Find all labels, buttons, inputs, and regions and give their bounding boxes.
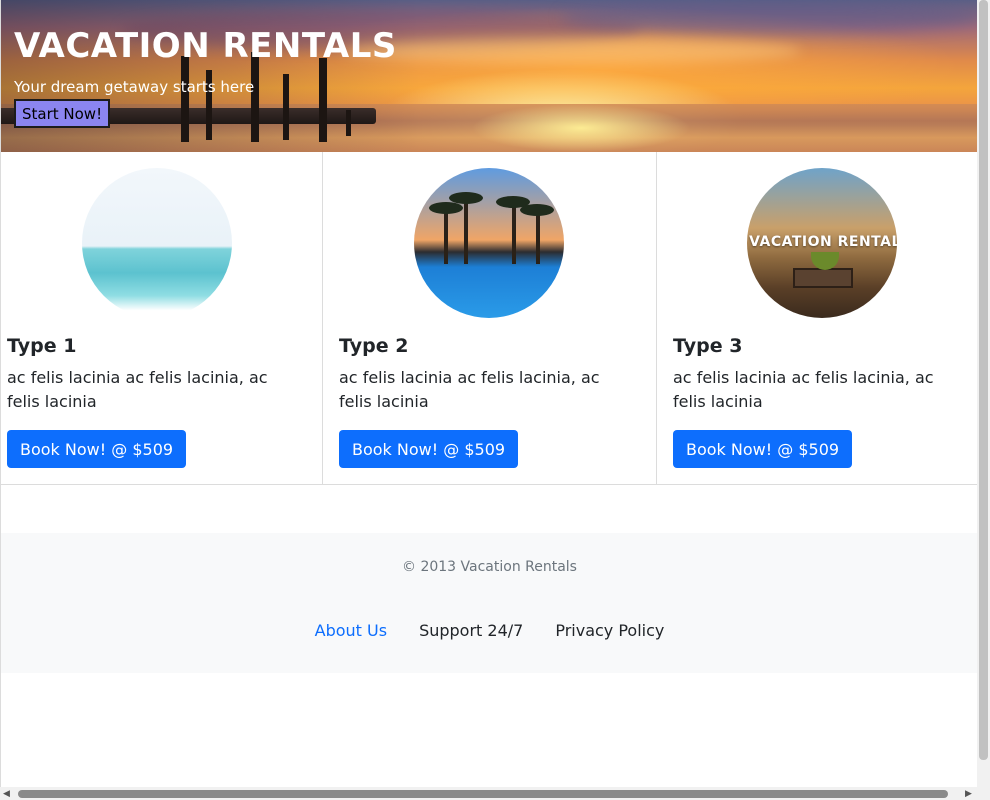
pier-post <box>319 58 327 142</box>
image-overlay-text: VACATION RENTAL <box>749 234 897 250</box>
footer-links: About Us Support 24/7 Privacy Policy <box>1 621 978 640</box>
pier-post <box>283 74 289 140</box>
card-text: ac felis lacinia ac felis lacinia, ac fe… <box>339 368 600 411</box>
pier-post <box>346 110 351 136</box>
rental-card: VACATION RENTAL Type 3 ac felis lacinia … <box>657 152 978 484</box>
scroll-left-icon[interactable]: ◀ <box>3 789 10 799</box>
horizontal-scrollbar-thumb[interactable] <box>18 790 948 798</box>
book-now-button[interactable]: Book Now! @ $509 <box>673 430 853 468</box>
rental-card: Type 1 ac felis lacinia ac felis lacinia… <box>1 152 323 484</box>
sea-image <box>82 168 232 318</box>
card-title: Type 1 <box>7 335 77 357</box>
vertical-scrollbar-thumb[interactable] <box>979 0 988 760</box>
card-title: Type 3 <box>673 335 743 357</box>
vacation-rental-image: VACATION RENTAL <box>747 168 897 318</box>
pool-image <box>414 168 564 318</box>
card-title: Type 2 <box>339 335 409 357</box>
card-text: ac felis lacinia ac felis lacinia, ac fe… <box>7 368 268 411</box>
scroll-right-icon[interactable]: ▶ <box>965 789 972 799</box>
hero-banner: VACATION RENTALS Your dream getaway star… <box>1 0 978 152</box>
rental-cards: Type 1 ac felis lacinia ac felis lacinia… <box>1 152 978 485</box>
hero-cloud <box>561 0 978 34</box>
hero-subtitle: Your dream getaway starts here <box>14 78 255 96</box>
hero-title: VACATION RENTALS <box>14 26 397 66</box>
about-us-link[interactable]: About Us <box>299 621 403 640</box>
privacy-policy-link[interactable]: Privacy Policy <box>539 621 680 640</box>
page: VACATION RENTALS Your dream getaway star… <box>0 0 978 790</box>
hero-sun-reflection <box>471 104 691 152</box>
book-now-button[interactable]: Book Now! @ $509 <box>339 430 519 468</box>
copyright-text: © 2013 Vacation Rentals <box>402 559 577 575</box>
card-text: ac felis lacinia ac felis lacinia, ac fe… <box>673 368 934 411</box>
rental-card: Type 2 ac felis lacinia ac felis lacinia… <box>323 152 657 484</box>
footer: © 2013 Vacation Rentals About Us Support… <box>1 533 978 673</box>
support-link[interactable]: Support 24/7 <box>403 621 539 640</box>
pier-post <box>181 56 189 142</box>
start-now-button[interactable]: Start Now! <box>14 99 111 128</box>
book-now-button[interactable]: Book Now! @ $509 <box>7 430 187 468</box>
